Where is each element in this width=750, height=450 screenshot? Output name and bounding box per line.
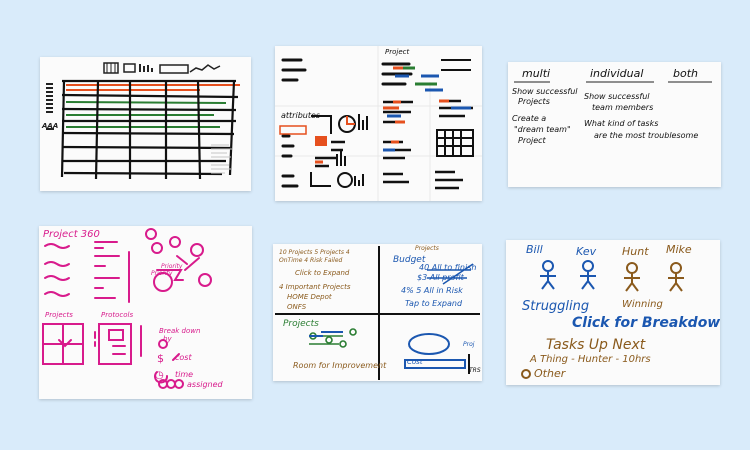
task-item-a: A Thing - Hunter - 10hrs	[530, 354, 651, 365]
tasks-up-next-heading: Tasks Up Next	[546, 337, 646, 353]
budget-text-1: 40 All to finish	[419, 263, 477, 272]
project-home-depot: HOME Depot	[287, 293, 332, 301]
projects-heading: Projects	[283, 319, 319, 329]
note-left-2: Projects	[518, 97, 550, 106]
note-right-3: What kind of tasks	[584, 119, 659, 128]
important-projects-text: 4 Important Projects	[279, 283, 351, 291]
side-label: AAA	[42, 122, 59, 130]
cost-bar-label: Cost	[407, 358, 423, 366]
attributes-label: attributes	[281, 111, 321, 120]
person-hunt: Hunt	[622, 245, 649, 258]
quadrant-header: Projects	[415, 245, 439, 252]
room-for-improvement-text: Room for Improvement	[293, 361, 387, 370]
note-left-5: Project	[518, 136, 546, 145]
click-for-breakdown-link[interactable]: Click for Breakdown	[572, 316, 720, 330]
sketch-card-grid[interactable]: AAA	[40, 57, 251, 191]
svg-text:◷: ◷	[155, 370, 164, 381]
budget-text-3: 4% 5 All in Risk	[401, 286, 463, 295]
person-kev: Kev	[576, 245, 597, 258]
priority-label-2: Priority	[151, 270, 173, 277]
protocols-label: Protocols	[101, 311, 134, 319]
breakdown-label-2: by	[163, 335, 172, 343]
wireframe-sketch-drawing	[275, 46, 482, 201]
note-right-2: team members	[592, 103, 654, 112]
wireframe-title: Project	[385, 48, 410, 56]
sketch-card-project360[interactable]: $ ◷ Project 360 Projects Protocols Break…	[39, 226, 252, 399]
sketch-card-team[interactable]: Bill Kev Hunt Mike Struggling Winning Cl…	[506, 240, 720, 385]
project360-title: Project 360	[43, 229, 100, 240]
quadrant-text-2: OnTime 4 Risk Failed	[279, 257, 343, 264]
note-left-4: "dream team"	[514, 125, 571, 134]
task-item-b: Other	[534, 367, 566, 380]
time-label: time	[175, 370, 194, 379]
click-to-expand-text: Click to Expand	[295, 269, 350, 277]
person-bill: Bill	[526, 243, 543, 256]
budget-text-2: $3 All profit	[417, 273, 464, 282]
struggling-label: Struggling	[522, 299, 590, 314]
column-both: both	[673, 67, 698, 80]
sketch-card-quadrants[interactable]: 10 Projects 5 Projects 4 OnTime 4 Risk F…	[273, 244, 482, 381]
note-left-1: Show successful	[512, 87, 578, 96]
breakdown-label-1: Break down	[159, 327, 201, 335]
note-right-1: Show successful	[584, 92, 650, 101]
tap-to-expand-text: Tap to Expand	[405, 299, 463, 308]
sketch-card-notes[interactable]: multi individual both Show successful Pr…	[508, 62, 721, 187]
assigned-label: assigned	[187, 380, 223, 389]
projects-label: Projects	[45, 311, 73, 319]
quadrant-text-1: 10 Projects 5 Projects 4	[279, 249, 350, 256]
note-left-3: Create a	[512, 114, 547, 123]
sketch-card-wireframe[interactable]: Project attributes	[275, 46, 482, 201]
proj-label: Proj	[463, 341, 475, 348]
trs-label: TRS	[469, 367, 481, 374]
cost-label: cost	[175, 353, 192, 362]
person-mike: Mike	[666, 243, 692, 256]
column-individual: individual	[590, 67, 644, 80]
column-multi: multi	[522, 67, 551, 80]
note-right-4: are the most troublesome	[594, 131, 699, 140]
winning-label: Winning	[622, 299, 663, 310]
project-onfs: ONFS	[287, 303, 307, 311]
grid-sketch-drawing	[46, 62, 240, 180]
svg-text:$: $	[157, 352, 164, 365]
